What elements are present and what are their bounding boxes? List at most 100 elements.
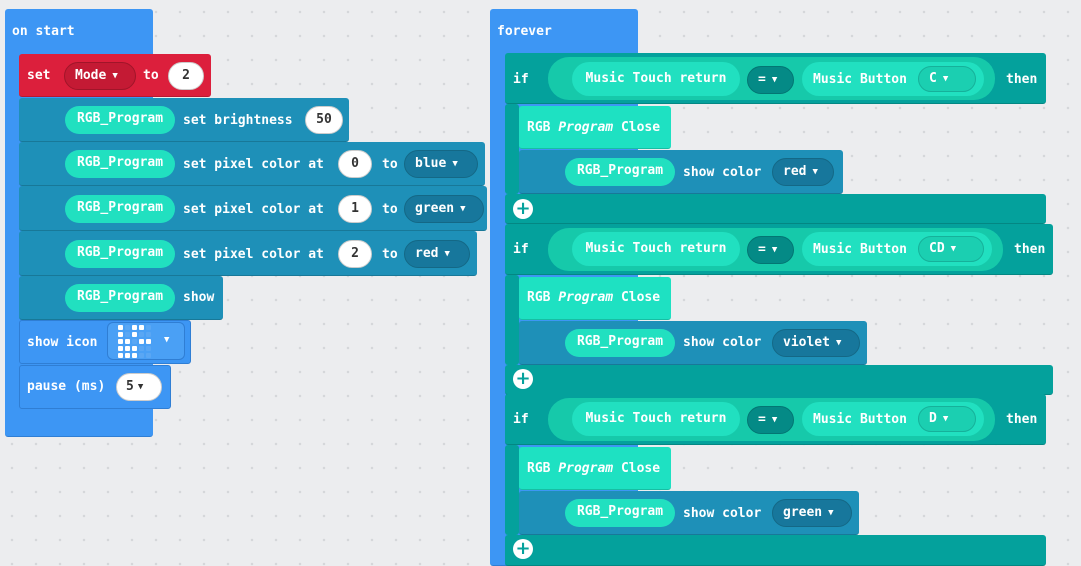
mode-variable-dropdown[interactable]: Mode ▼ [64,62,136,90]
chevron-down-icon: ▼ [828,508,834,518]
rgb-program-close-label: RGB Program Close [527,461,660,477]
add-else-icon[interactable]: + [513,539,533,559]
pixel-color-value: blue [415,156,447,171]
mode-value-input[interactable]: 2 [168,62,204,90]
chevron-down-icon: ▼ [444,249,450,259]
operator-dropdown[interactable]: = ▼ [747,406,794,434]
mode-variable-value: Mode [75,68,107,83]
show-color-label: show color [683,506,762,521]
if-block-body [505,104,519,194]
music-button-value: D [929,411,937,426]
chevron-down-icon: ▼ [112,71,118,81]
led-icon [118,325,152,359]
music-button-dropdown[interactable]: D ▼ [918,406,976,432]
show-color-label: show color [683,165,762,180]
if-label: if [513,72,529,87]
pixel-color-value: red [415,246,439,261]
add-else-icon[interactable]: + [513,199,533,219]
operator-value: = [758,242,766,257]
chevron-down-icon: ▼ [942,414,949,424]
pixel-color-dropdown[interactable]: red ▼ [404,240,470,268]
show-color-dropdown[interactable]: red ▼ [772,158,834,186]
chevron-down-icon: ▼ [950,244,957,254]
music-button-label: Music Button [813,72,907,87]
show-color-dropdown[interactable]: green ▼ [772,499,852,527]
rgb-program-close-label: RGB Program Close [527,120,660,136]
music-button-value: C [929,71,937,86]
if-label: if [513,412,529,427]
then-label: then [1006,72,1038,87]
set-brightness-label: set brightness [183,113,293,128]
chevron-down-icon: ▼ [771,75,778,85]
music-button-label: Music Button [813,412,907,427]
forever-label: forever [497,24,552,39]
pixel-index-input[interactable]: 2 [338,240,372,268]
show-color-dropdown[interactable]: violet ▼ [772,329,860,357]
set-pixel-label: set pixel color at [183,157,324,172]
if-block-footer[interactable] [505,194,1046,224]
show-color-value: violet [783,335,830,350]
to-label: to [143,68,159,83]
close-label-a: RGB [527,290,551,305]
music-touch-return[interactable]: Music Touch return [572,62,740,96]
pixel-index-input[interactable]: 0 [338,150,372,178]
close-label-a: RGB [527,461,551,476]
chevron-down-icon: ▼ [452,159,458,169]
operator-dropdown[interactable]: = ▼ [747,66,794,94]
add-else-icon[interactable]: + [513,369,533,389]
if-block-footer[interactable] [505,365,1053,395]
chevron-down-icon: ▼ [812,167,818,177]
rgb-program-target[interactable]: RGB_Program [65,150,175,178]
show-color-value: green [783,505,823,520]
on-start-label: on start [12,24,75,39]
operator-dropdown[interactable]: = ▼ [747,236,794,264]
pixel-color-value: green [415,201,455,216]
music-touch-return[interactable]: Music Touch return [572,402,740,436]
music-button-dropdown[interactable]: CD ▼ [918,236,984,262]
then-label: then [1014,242,1046,257]
close-label-b: Program [558,461,614,476]
brightness-value-input[interactable]: 50 [305,106,343,134]
chevron-down-icon: ▼ [771,415,778,425]
if-block-body [505,445,519,535]
pixel-index-input[interactable]: 1 [338,195,372,223]
chevron-down-icon: ▼ [460,204,466,214]
show-icon-label: show icon [27,335,98,350]
chevron-down-icon: ▼ [164,335,170,345]
close-label-c: Close [620,461,661,476]
to-label: to [382,157,398,172]
pixel-color-dropdown[interactable]: blue ▼ [404,150,478,178]
set-pixel-label: set pixel color at [183,202,324,217]
close-label-a: RGB [527,120,551,135]
rgb-program-target[interactable]: RGB_Program [65,240,175,268]
show-label: show [183,290,215,305]
rgb-program-close-label: RGB Program Close [527,290,660,306]
operator-value: = [758,72,766,87]
close-label-b: Program [558,120,614,135]
close-label-c: Close [620,120,661,135]
then-label: then [1006,412,1038,427]
music-button-dropdown[interactable]: C ▼ [918,66,976,92]
show-color-value: red [783,164,807,179]
pause-value-dropdown[interactable]: 5 ▼ [116,373,162,401]
set-label: set [27,68,51,83]
music-button-value: CD [929,241,945,256]
set-pixel-label: set pixel color at [183,247,324,262]
rgb-program-target[interactable]: RGB_Program [565,158,675,186]
operator-value: = [758,412,766,427]
to-label: to [382,202,398,217]
if-block-footer[interactable] [505,535,1046,566]
rgb-program-target[interactable]: RGB_Program [565,499,675,527]
rgb-program-target[interactable]: RGB_Program [65,106,175,134]
pause-value: 5 [126,379,134,394]
close-label-c: Close [620,290,661,305]
music-touch-return[interactable]: Music Touch return [572,232,740,266]
rgb-program-target[interactable]: RGB_Program [565,329,675,357]
pixel-color-dropdown[interactable]: green ▼ [404,195,484,223]
rgb-program-target[interactable]: RGB_Program [65,195,175,223]
chevron-down-icon: ▼ [942,74,949,84]
rgb-program-target[interactable]: RGB_Program [65,284,175,312]
chevron-down-icon: ▼ [835,338,842,348]
if-label: if [513,242,529,257]
pause-label: pause (ms) [27,379,106,394]
